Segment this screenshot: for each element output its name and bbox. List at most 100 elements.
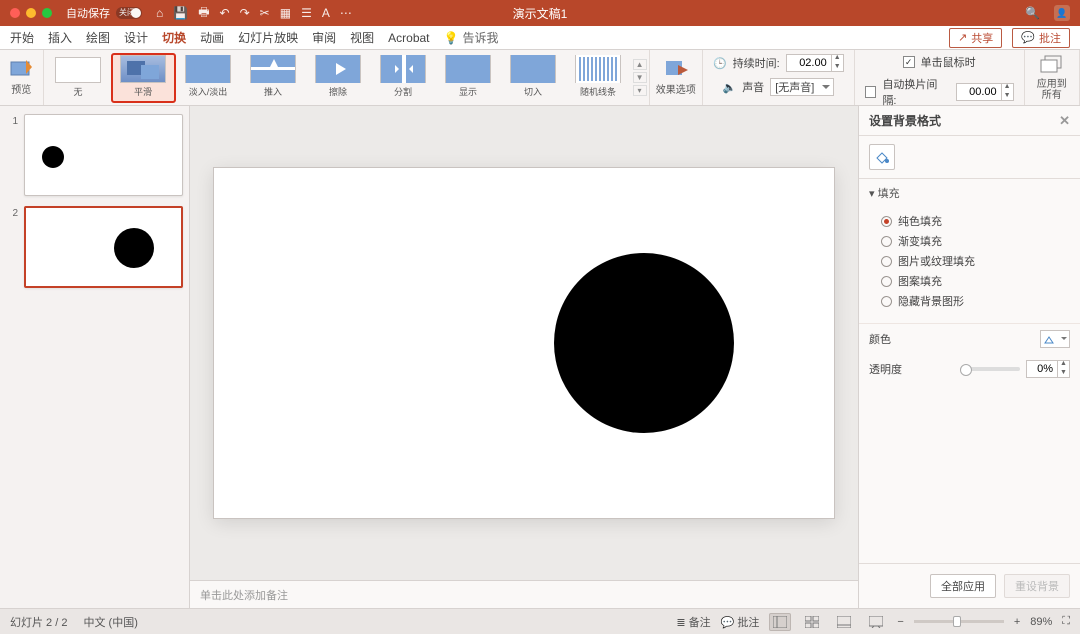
tab-4[interactable]: 切换 <box>162 31 186 45</box>
fill-tab-icon[interactable] <box>869 144 895 170</box>
slide-counter: 幻灯片 2 / 2 <box>10 614 67 630</box>
opacity-spinner[interactable]: ▲▼ <box>1026 360 1070 378</box>
tell-me[interactable]: 💡告诉我 <box>444 29 499 46</box>
autosave-label: 自动保存 <box>66 5 110 21</box>
search-icon[interactable]: 🔍 <box>1025 6 1040 20</box>
autosave-switch[interactable]: 关闭 <box>116 7 142 19</box>
slideshow-view-icon[interactable] <box>865 613 887 631</box>
slide-thumbnails: 12✦ <box>0 106 190 608</box>
duration-label: 持续时间: <box>733 55 780 71</box>
transition-split[interactable]: 分割 <box>372 54 435 102</box>
tab-7[interactable]: 审阅 <box>312 31 336 45</box>
autosave-toggle[interactable]: 自动保存 关闭 <box>66 5 142 21</box>
touch-mode-icon[interactable]: ☰ <box>301 6 312 20</box>
zoom-window-icon[interactable] <box>42 8 52 18</box>
sorter-view-icon[interactable] <box>801 613 823 631</box>
effect-options-button[interactable]: 效果选项 <box>650 50 703 105</box>
gallery-down-icon[interactable]: ▼ <box>633 72 647 83</box>
apply-all-icon <box>1039 55 1065 77</box>
zoom-slider[interactable] <box>914 620 1004 623</box>
document-title: 演示文稿1 <box>513 5 568 22</box>
preview-icon <box>10 59 32 79</box>
lightbulb-icon: 💡 <box>444 31 459 45</box>
spin-down-icon[interactable]: ▼ <box>832 63 843 72</box>
zoom-level[interactable]: 89% <box>1030 616 1052 628</box>
window-controls <box>0 8 52 18</box>
reading-view-icon[interactable] <box>833 613 855 631</box>
menu-tabs: 开始插入绘图设计切换动画幻灯片放映审阅视图 Acrobat 💡告诉我 ↗共享 💬批… <box>0 26 1080 50</box>
transition-cut[interactable]: 切入 <box>502 54 565 102</box>
fill-option-1[interactable]: 渐变填充 <box>881 233 1070 249</box>
notes-pane[interactable]: 单击此处添加备注 <box>190 580 858 608</box>
apply-to-all-button[interactable]: 应用到 所有 <box>1025 50 1080 105</box>
after-input[interactable] <box>957 86 1001 98</box>
transition-bars[interactable]: 随机线条 <box>567 54 630 102</box>
slide-thumb-1[interactable] <box>24 114 183 196</box>
tab-5[interactable]: 动画 <box>200 31 224 45</box>
opacity-label: 透明度 <box>869 361 902 377</box>
fill-option-0[interactable]: 纯色填充 <box>881 213 1070 229</box>
notes-toggle[interactable]: ≣ 备注 <box>676 614 710 630</box>
print-icon[interactable]: 🖶 <box>198 3 209 24</box>
minimize-window-icon[interactable] <box>26 8 36 18</box>
close-window-icon[interactable] <box>10 8 20 18</box>
sound-select[interactable]: [无声音] <box>770 78 834 96</box>
fit-window-icon[interactable]: ⛶ <box>1062 615 1070 628</box>
on-click-checkbox[interactable]: ✓ <box>903 56 915 68</box>
duration-input[interactable] <box>787 57 831 69</box>
status-bar: 幻灯片 2 / 2 中文 (中国) ≣ 备注 💬 批注 − + 89% ⛶ <box>0 608 1080 634</box>
user-avatar[interactable]: 👤 <box>1054 5 1070 21</box>
zoom-in-icon[interactable]: + <box>1014 616 1020 628</box>
redo-icon[interactable]: ↷ <box>240 6 250 20</box>
transition-none[interactable]: 无 <box>47 54 110 102</box>
font-icon[interactable]: A <box>322 6 330 20</box>
comments-toggle[interactable]: 💬 批注 <box>721 614 760 630</box>
tab-1[interactable]: 插入 <box>48 31 72 45</box>
tab-8[interactable]: 视图 <box>350 31 374 45</box>
comments-button[interactable]: 💬批注 <box>1012 28 1070 48</box>
thumb-number: 1 <box>6 114 18 196</box>
after-checkbox[interactable] <box>865 86 877 98</box>
sound-label: 声音 <box>742 79 764 95</box>
tab-6[interactable]: 幻灯片放映 <box>238 31 298 45</box>
slide-thumb-2[interactable] <box>24 206 183 288</box>
close-pane-icon[interactable]: ✕ <box>1059 113 1070 129</box>
preview-button[interactable]: 预览 <box>0 50 44 105</box>
fill-option-2[interactable]: 图片或纹理填充 <box>881 253 1070 269</box>
tab-9[interactable]: Acrobat <box>388 31 429 45</box>
tab-0[interactable]: 开始 <box>10 31 34 45</box>
transition-wipe[interactable]: 擦除 <box>307 54 370 102</box>
transition-morph[interactable]: 平滑 <box>112 54 175 102</box>
home-icon[interactable]: ⌂ <box>156 6 163 20</box>
slideshow-icon[interactable]: ▦ <box>280 6 291 20</box>
gallery-more-icon[interactable]: ▾ <box>633 85 647 96</box>
apply-all-bg-button[interactable]: 全部应用 <box>930 574 996 598</box>
radio-icon <box>881 296 892 307</box>
slide-content <box>214 168 834 518</box>
gallery-up-icon[interactable]: ▲ <box>633 59 647 70</box>
reset-bg-button[interactable]: 重设背景 <box>1004 574 1070 598</box>
fill-option-4[interactable]: 隐藏背景图形 <box>881 293 1070 309</box>
spin-up-icon[interactable]: ▲ <box>832 54 843 63</box>
transition-fade[interactable]: 淡入/淡出 <box>177 54 240 102</box>
undo-icon[interactable]: ↶ <box>220 6 230 20</box>
after-spinner[interactable]: ▲▼ <box>956 83 1014 101</box>
radio-icon <box>881 216 892 227</box>
more-icon[interactable]: ⋯ <box>340 6 352 20</box>
zoom-out-icon[interactable]: − <box>897 616 903 628</box>
transition-reveal[interactable]: 显示 <box>437 54 500 102</box>
transition-push[interactable]: 推入 <box>242 54 305 102</box>
save-icon[interactable]: 💾 <box>173 6 188 20</box>
color-picker[interactable] <box>1040 330 1070 348</box>
tab-2[interactable]: 绘图 <box>86 31 110 45</box>
format-painter-icon[interactable]: ✂ <box>260 6 270 20</box>
slide-canvas[interactable] <box>214 168 834 518</box>
fill-option-3[interactable]: 图案填充 <box>881 273 1070 289</box>
tab-3[interactable]: 设计 <box>124 31 148 45</box>
normal-view-icon[interactable] <box>769 613 791 631</box>
share-button[interactable]: ↗共享 <box>949 28 1002 48</box>
language-indicator[interactable]: 中文 (中国) <box>83 614 137 630</box>
fill-section-header[interactable]: ▾ 填充 <box>859 179 1080 207</box>
duration-spinner[interactable]: ▲▼ <box>786 54 844 72</box>
opacity-slider[interactable] <box>960 367 1020 371</box>
